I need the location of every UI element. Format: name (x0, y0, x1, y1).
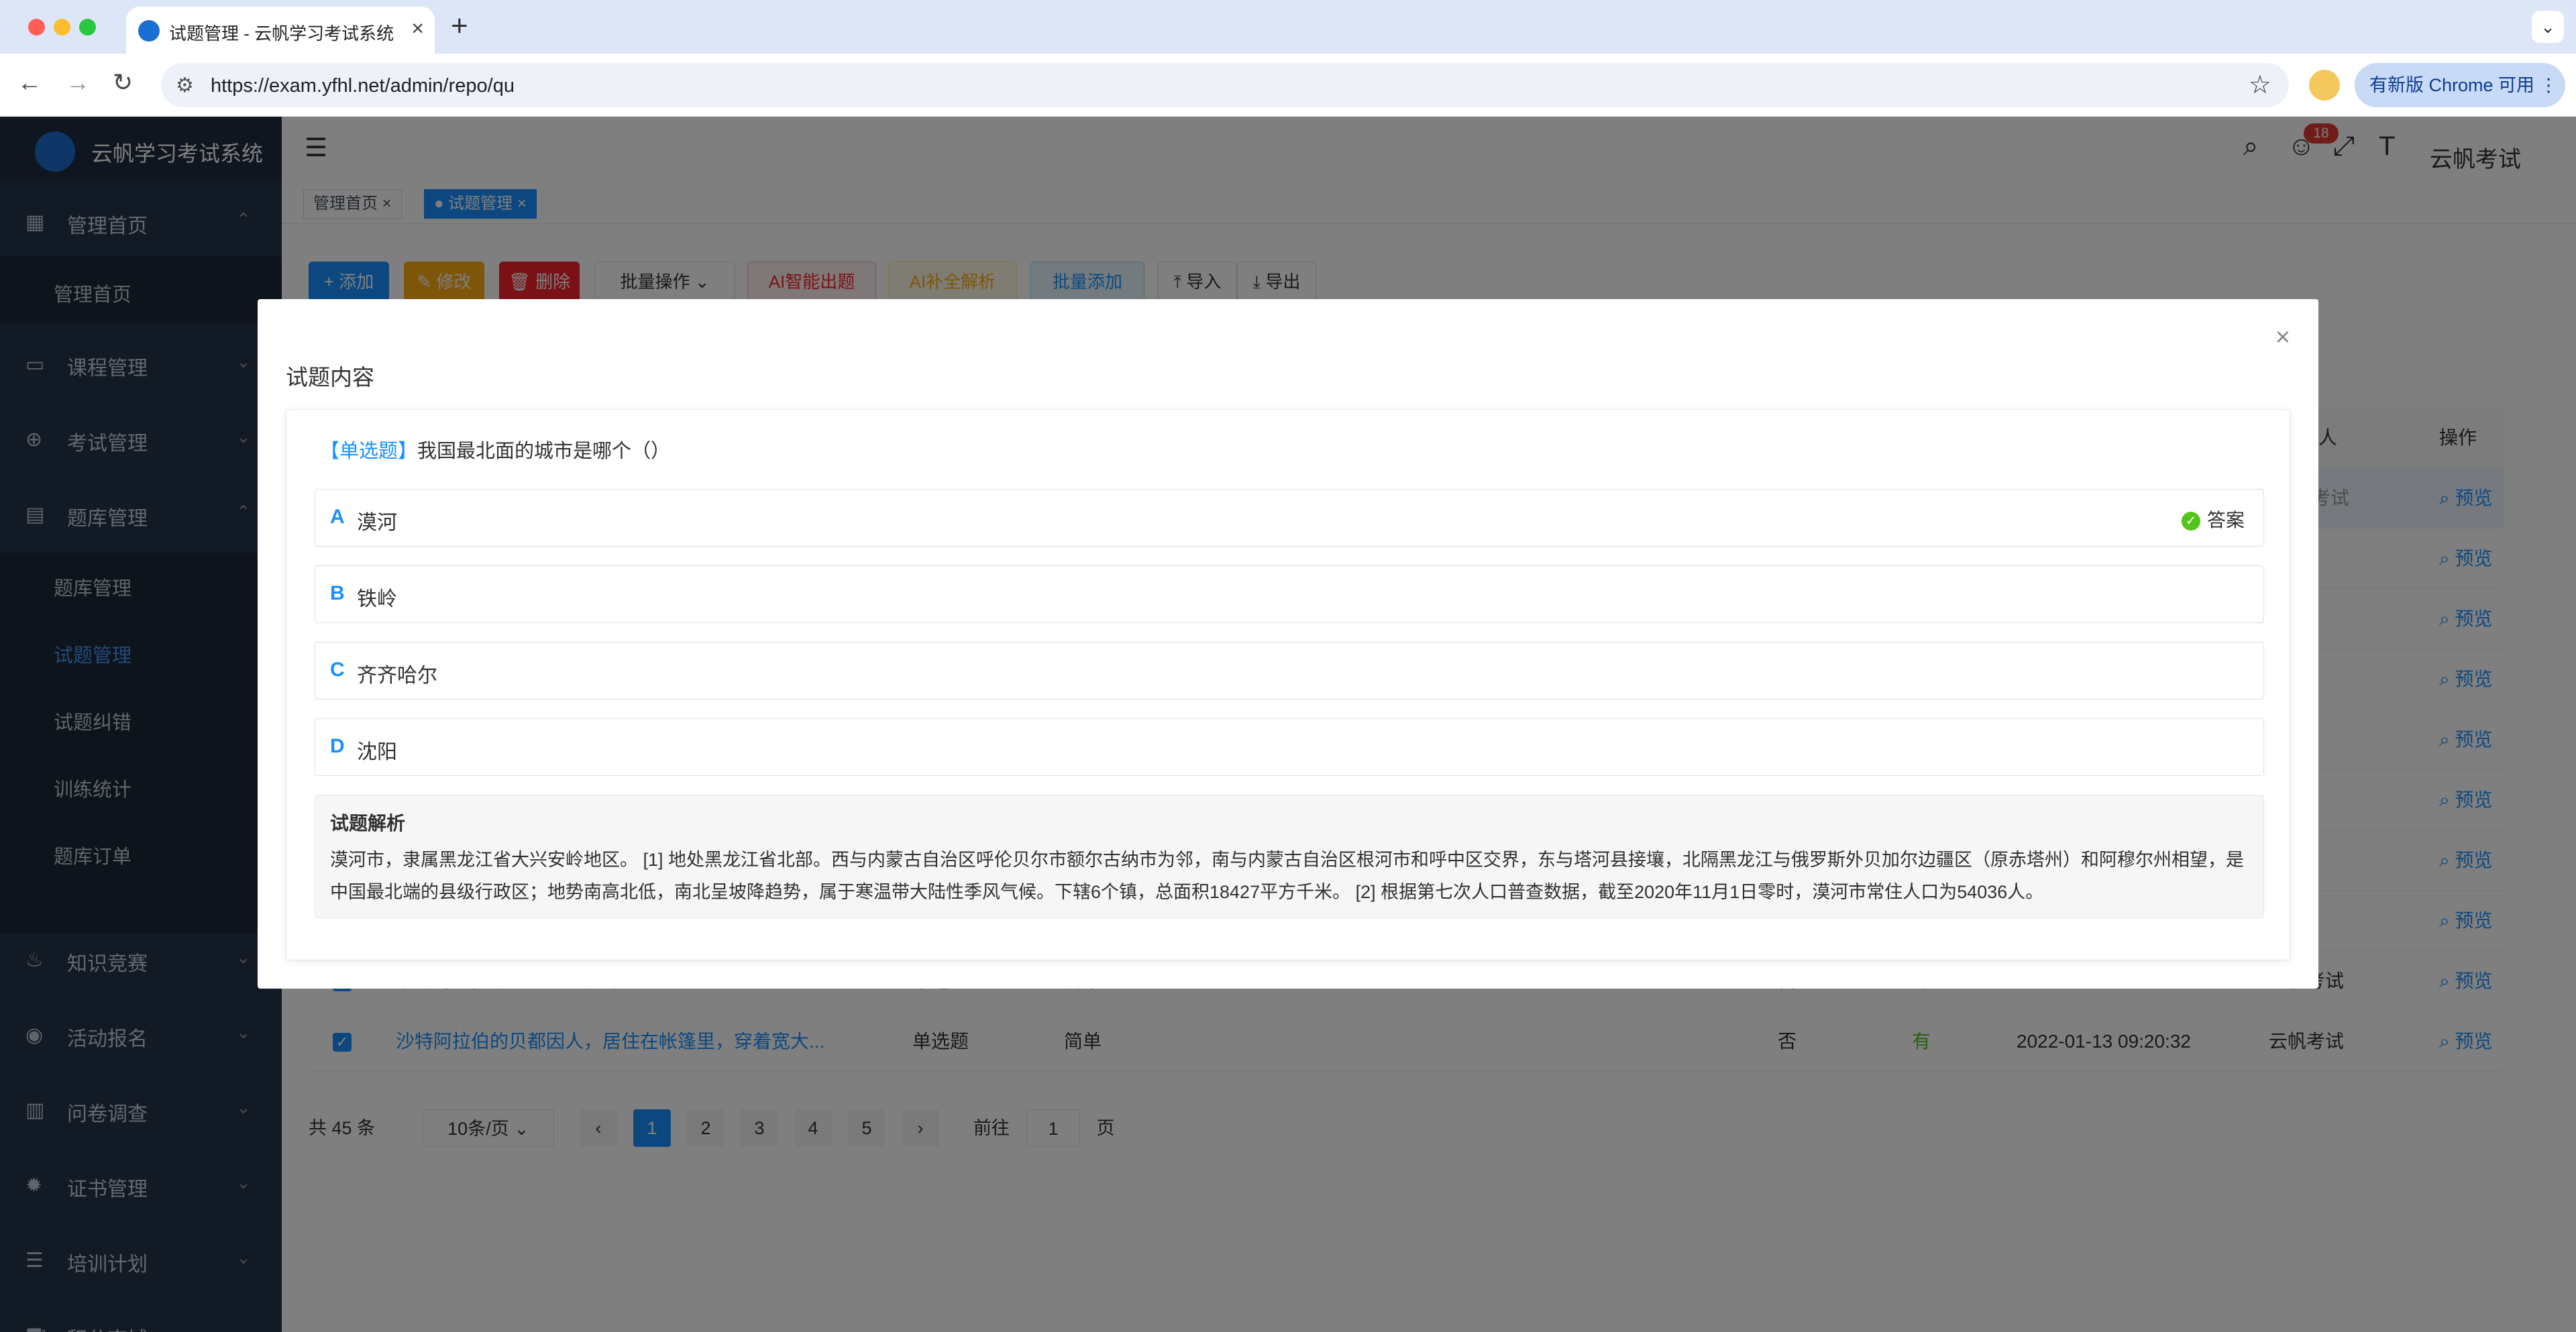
option-text: 铁岭 (357, 588, 397, 610)
browser-tabstrip: 试题管理 - 云帆学习考试系统 × + ⌄ (0, 0, 2576, 54)
option-text: 漠河 (357, 512, 397, 534)
dialog-title: 试题内容 (286, 365, 374, 390)
option-key: B (330, 582, 345, 604)
option-text: 沈阳 (357, 741, 397, 763)
analysis-box: 试题解析 漠河市，隶属黑龙江省大兴安岭地区。 [1] 地处黑龙江省北部。西与内蒙… (315, 795, 2264, 918)
analysis-title: 试题解析 (330, 813, 406, 834)
site-favicon-icon (138, 20, 160, 42)
option-key: C (330, 659, 345, 681)
window-zoom-button[interactable] (79, 19, 96, 36)
question-header: 【单选题】我国最北面的城市是哪个（） (320, 435, 670, 463)
chrome-update-button[interactable]: 有新版 Chrome 可用 ⋮ (2355, 63, 2565, 107)
option-text: 齐齐哈尔 (357, 665, 437, 687)
question-type-tag: 【单选题】 (320, 441, 418, 462)
new-tab-icon[interactable]: + (451, 9, 468, 43)
question-card: 【单选题】我国最北面的城市是哪个（） A 漠河 ✓ 答案 B 铁岭 C 齐齐哈尔 … (286, 409, 2290, 960)
dialog-close-icon[interactable]: × (2275, 323, 2290, 352)
profile-avatar[interactable] (2309, 70, 2340, 101)
address-bar[interactable]: ⚙ https://exam.yfhl.net/admin/repo/qu ☆ (161, 63, 2289, 107)
bookmark-star-icon[interactable]: ☆ (2249, 70, 2271, 100)
option-a: A 漠河 ✓ 答案 (315, 489, 2264, 547)
analysis-text: 漠河市，隶属黑龙江省大兴安岭地区。 [1] 地处黑龙江省北部。西与内蒙古自治区呼… (330, 850, 2245, 902)
tab-title: 试题管理 - 云帆学习考试系统 (169, 23, 394, 44)
window-minimize-button[interactable] (54, 19, 70, 36)
option-key: D (330, 735, 345, 757)
url-text[interactable]: https://exam.yfhl.net/admin/repo/qu (211, 75, 515, 97)
tab-search-icon[interactable]: ⌄ (2532, 11, 2564, 43)
option-key: A (330, 506, 345, 528)
option-c: C 齐齐哈尔 (315, 642, 2264, 700)
browser-tab[interactable]: 试题管理 - 云帆学习考试系统 × (126, 7, 435, 54)
option-d: D 沈阳 (315, 718, 2264, 776)
reload-icon[interactable]: ↻ (113, 68, 133, 97)
answer-label: 答案 (2206, 510, 2245, 531)
more-menu-icon: ⋮ (2539, 75, 2558, 95)
tab-close-icon[interactable]: × (411, 16, 424, 41)
back-icon[interactable]: ← (17, 68, 42, 97)
chrome-update-label: 有新版 Chrome 可用 (2369, 75, 2535, 95)
check-circle-icon: ✓ (2181, 512, 2200, 531)
question-preview-dialog: × 试题内容 【单选题】我国最北面的城市是哪个（） A 漠河 ✓ 答案 B 铁岭 … (258, 299, 2318, 989)
window-close-button[interactable] (28, 19, 45, 36)
browser-toolbar: ← → ↻ ⚙ https://exam.yfhl.net/admin/repo… (0, 54, 2576, 117)
option-b: B 铁岭 (315, 565, 2264, 623)
answer-marker: ✓ 答案 (2181, 506, 2245, 533)
site-info-icon[interactable]: ⚙ (176, 74, 194, 97)
forward-icon[interactable]: → (66, 68, 90, 97)
question-text: 我国最北面的城市是哪个（） (417, 441, 671, 462)
